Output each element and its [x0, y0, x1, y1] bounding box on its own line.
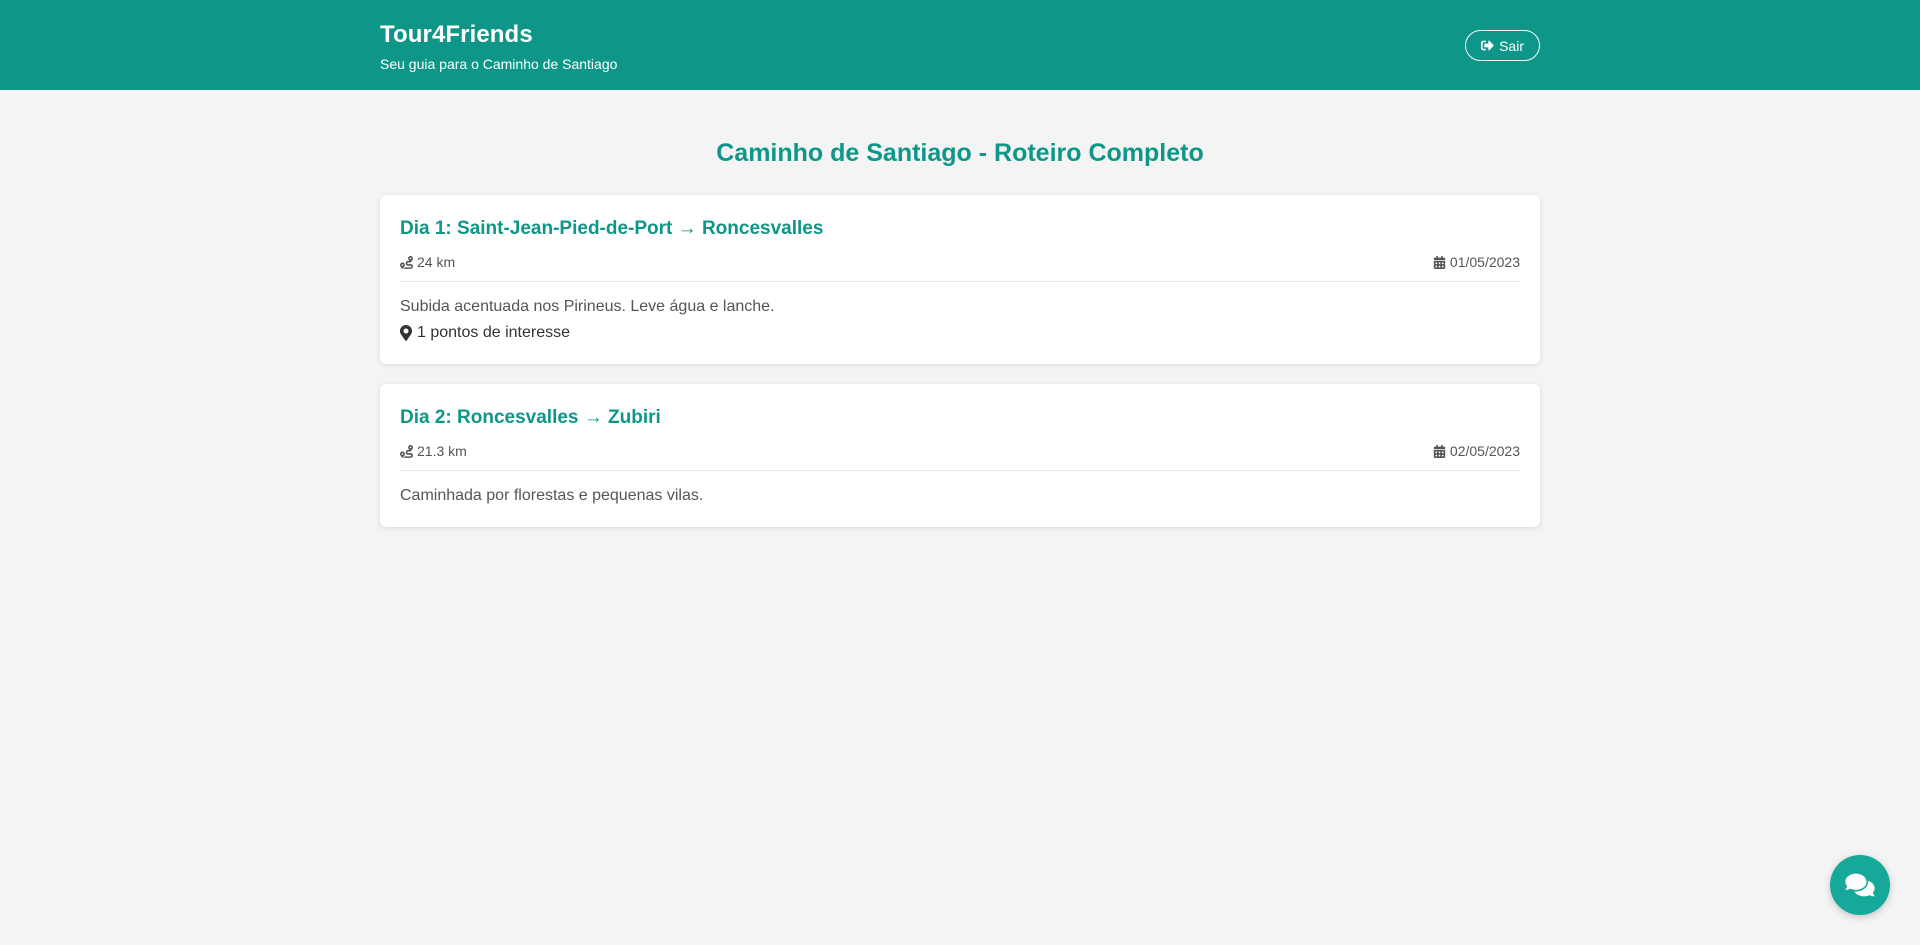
logout-button[interactable]: Sair [1465, 30, 1540, 61]
stage-date: 02/05/2023 [1433, 443, 1520, 459]
map-marker-icon [400, 325, 412, 341]
chat-bubbles-icon [1845, 872, 1875, 898]
stage-date-value: 01/05/2023 [1449, 254, 1520, 270]
stage-meta: 21.3 km 02/05/2023 [400, 443, 1520, 471]
app-header: Tour4Friends Seu guia para o Caminho de … [0, 0, 1920, 90]
stage-date-value: 02/05/2023 [1449, 443, 1520, 459]
stage-distance-value: 24 km [417, 254, 456, 270]
main-content: Caminho de Santiago - Roteiro Completo D… [380, 137, 1540, 527]
calendar-icon [1433, 255, 1446, 269]
calendar-icon [1433, 444, 1446, 458]
brand-subtitle: Seu guia para o Caminho de Santiago [380, 56, 618, 72]
stage-date: 01/05/2023 [1433, 254, 1520, 270]
stage-card[interactable]: Dia 1: Saint-Jean-Pied-de-Port → Roncesv… [380, 195, 1540, 364]
stage-card[interactable]: Dia 2: Roncesvalles → Zubiri 21.3 km 02/… [380, 384, 1540, 527]
stage-title[interactable]: Dia 1: Saint-Jean-Pied-de-Port → Roncesv… [400, 217, 1520, 241]
route-icon [400, 255, 413, 269]
stage-poi-label: 1 pontos de interesse [417, 324, 570, 341]
brand-title: Tour4Friends [380, 21, 533, 48]
stage-poi: 1 pontos de interesse [400, 323, 1520, 343]
logout-label: Sair [1499, 37, 1524, 54]
stage-distance: 21.3 km [400, 443, 467, 459]
stage-meta: 24 km 01/05/2023 [400, 254, 1520, 282]
sign-out-icon [1481, 39, 1494, 52]
stage-distance-value: 21.3 km [417, 443, 467, 459]
page-title: Caminho de Santiago - Roteiro Completo [716, 139, 1204, 167]
stage-description: Subida acentuada nos Pirineus. Leve água… [400, 298, 775, 315]
chat-button[interactable] [1830, 855, 1890, 915]
stage-title[interactable]: Dia 2: Roncesvalles → Zubiri [400, 406, 1520, 430]
stage-description: Caminhada por florestas e pequenas vilas… [400, 487, 704, 504]
stage-distance: 24 km [400, 254, 455, 270]
route-icon [400, 444, 413, 458]
header-inner: Tour4Friends Seu guia para o Caminho de … [380, 0, 1540, 90]
